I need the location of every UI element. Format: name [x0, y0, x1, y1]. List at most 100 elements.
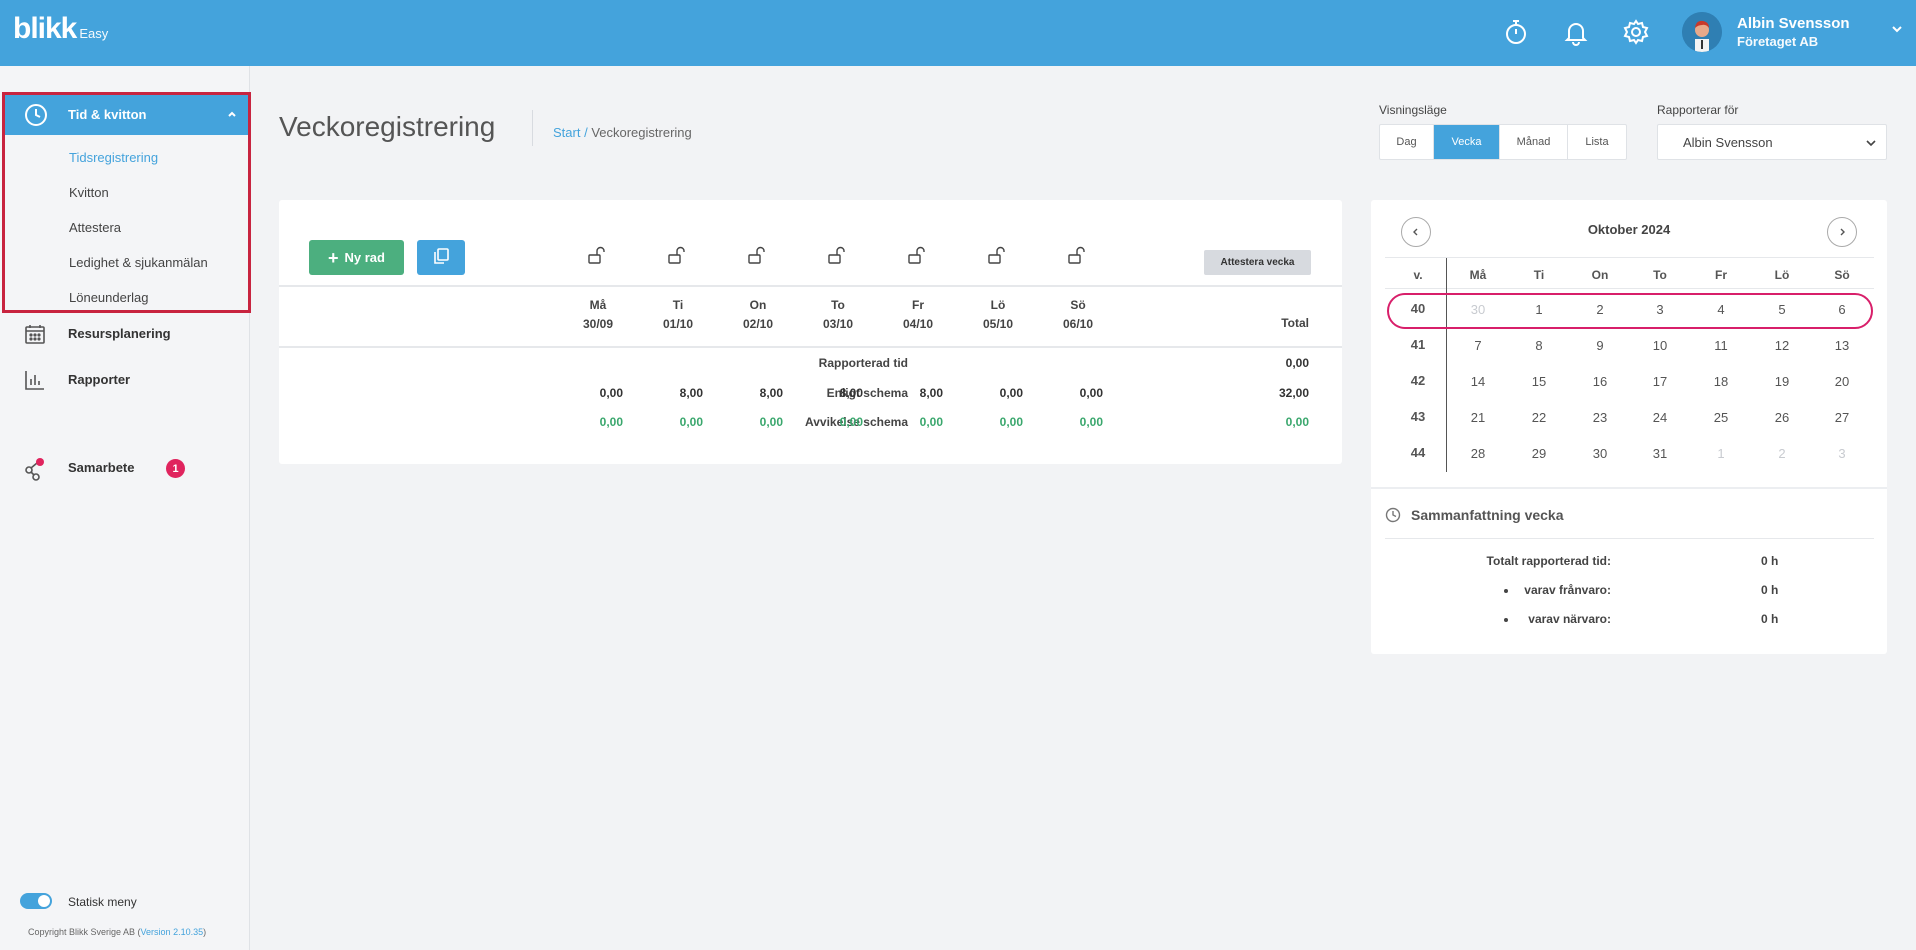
- bell-icon[interactable]: [1560, 16, 1592, 48]
- calendar-day[interactable]: 5: [1757, 302, 1807, 317]
- view-mode-vecka[interactable]: Vecka: [1434, 125, 1500, 159]
- lock-icon[interactable]: [746, 245, 768, 267]
- submenu-item-loneunderlag[interactable]: Löneunderlag: [69, 290, 149, 305]
- chevron-down-icon: [1865, 137, 1877, 152]
- calendar-day[interactable]: 14: [1453, 374, 1503, 389]
- stopwatch-icon[interactable]: [1500, 16, 1532, 48]
- lock-icon[interactable]: [986, 245, 1008, 267]
- view-mode-lista[interactable]: Lista: [1568, 125, 1626, 159]
- summary-divider: [1385, 538, 1874, 539]
- calendar-day[interactable]: 8: [1514, 338, 1564, 353]
- sidebar-item-samarbete[interactable]: Samarbete 1: [0, 449, 249, 485]
- week-number[interactable]: 42: [1393, 373, 1443, 388]
- summary-divider: [1371, 487, 1887, 489]
- clock-icon: [24, 103, 48, 130]
- calendar-day[interactable]: 26: [1757, 410, 1807, 425]
- calendar-day[interactable]: 27: [1817, 410, 1867, 425]
- reports-for-select[interactable]: Albin Svensson: [1657, 124, 1887, 160]
- calendar-day[interactable]: 7: [1453, 338, 1503, 353]
- calendar-day[interactable]: 24: [1635, 410, 1685, 425]
- sidebar-item-rapporter[interactable]: Rapporter: [0, 361, 249, 397]
- logo[interactable]: blikk Easy: [13, 14, 108, 44]
- calendar-day[interactable]: 13: [1817, 338, 1867, 353]
- calendar-panel: Oktober 2024 v. Må Ti On To Fr Lö Sö 40 30 1 2 3 4 5…: [1371, 200, 1887, 654]
- calendar-day[interactable]: 6: [1817, 302, 1867, 317]
- chevron-down-icon[interactable]: [1890, 22, 1904, 36]
- user-name[interactable]: Albin Svensson: [1737, 15, 1850, 32]
- calendar-day[interactable]: 15: [1514, 374, 1564, 389]
- attest-week-button[interactable]: Attestera vecka: [1204, 250, 1311, 275]
- calendar-day[interactable]: 1: [1514, 302, 1564, 317]
- submenu-item-tidsregistrering[interactable]: Tidsregistrering: [69, 150, 158, 165]
- sidebar-item-label: Resursplanering: [68, 326, 171, 341]
- sidebar-item-resursplanering[interactable]: Resursplanering: [0, 315, 249, 351]
- calendar-day[interactable]: 10: [1635, 338, 1685, 353]
- view-mode-dag[interactable]: Dag: [1380, 125, 1434, 159]
- gear-icon[interactable]: [1620, 16, 1652, 48]
- next-month-button[interactable]: [1827, 217, 1857, 247]
- day-header: Lö 05/10: [963, 296, 1033, 334]
- calendar-day[interactable]: 31: [1635, 446, 1685, 461]
- submenu-item-ledighet[interactable]: Ledighet & sjukanmälan: [69, 255, 208, 270]
- lock-icon[interactable]: [666, 245, 688, 267]
- day-header: To 03/10: [803, 296, 873, 334]
- calendar-day[interactable]: 17: [1635, 374, 1685, 389]
- submenu: Tidsregistrering Kvitton Attestera Ledig…: [5, 135, 248, 310]
- view-mode-selector: Dag Vecka Månad Lista: [1379, 124, 1627, 160]
- version-link[interactable]: Version 2.10.35: [141, 927, 204, 937]
- avatar[interactable]: [1682, 12, 1722, 52]
- breadcrumb-start[interactable]: Start: [553, 125, 580, 140]
- calendar-day[interactable]: 3: [1817, 446, 1867, 461]
- day-name: Sö: [1070, 298, 1086, 312]
- bullet: [1504, 589, 1508, 593]
- calendar-day[interactable]: 12: [1757, 338, 1807, 353]
- calendar-day[interactable]: 16: [1575, 374, 1625, 389]
- calendar-day[interactable]: 2: [1757, 446, 1807, 461]
- calendar-day[interactable]: 22: [1514, 410, 1564, 425]
- calendar-day[interactable]: 4: [1696, 302, 1746, 317]
- calendar-day[interactable]: 1: [1696, 446, 1746, 461]
- submenu-item-kvitton[interactable]: Kvitton: [69, 185, 109, 200]
- day-date: 01/10: [662, 317, 694, 331]
- calendar-day[interactable]: 18: [1696, 374, 1746, 389]
- submenu-item-attestera[interactable]: Attestera: [69, 220, 121, 235]
- table-cell: 0,00: [919, 415, 943, 429]
- calendar-day[interactable]: 30: [1575, 446, 1625, 461]
- lock-icon[interactable]: [826, 245, 848, 267]
- lock-icon[interactable]: [906, 245, 928, 267]
- week-number[interactable]: 43: [1393, 409, 1443, 424]
- week-number[interactable]: 41: [1393, 337, 1443, 352]
- calendar-day[interactable]: 20: [1817, 374, 1867, 389]
- calendar-day-header: Ti: [1533, 268, 1545, 282]
- day-header: Fr 04/10: [883, 296, 953, 334]
- static-menu-toggle[interactable]: [20, 893, 52, 909]
- page-title: Veckoregistrering: [279, 111, 496, 142]
- calendar-day[interactable]: 9: [1575, 338, 1625, 353]
- copy-button[interactable]: [417, 240, 465, 275]
- summary-value: 0 h: [1761, 612, 1779, 626]
- table-divider: [279, 346, 1342, 348]
- calendar-month-title: Oktober 2024: [1587, 222, 1671, 237]
- sidebar-item-tid-kvitton[interactable]: Tid & kvitton: [5, 95, 248, 135]
- calendar-day[interactable]: 28: [1453, 446, 1503, 461]
- day-date: 06/10: [1062, 317, 1094, 331]
- top-bar: blikk Easy Albin Svensson Företaget AB: [0, 0, 1916, 66]
- week-number[interactable]: 40: [1393, 301, 1443, 316]
- calendar-day[interactable]: 29: [1514, 446, 1564, 461]
- new-row-button[interactable]: + Ny rad: [309, 240, 404, 275]
- calendar-day[interactable]: 2: [1575, 302, 1625, 317]
- calendar-day[interactable]: 3: [1635, 302, 1685, 317]
- calendar-day[interactable]: 19: [1757, 374, 1807, 389]
- calendar-day[interactable]: 23: [1575, 410, 1625, 425]
- table-cell: 0,00: [679, 415, 703, 429]
- view-mode-manad[interactable]: Månad: [1500, 125, 1568, 159]
- calendar-day[interactable]: 30: [1453, 302, 1503, 317]
- lock-icon[interactable]: [1066, 245, 1088, 267]
- copy-icon: [432, 247, 450, 268]
- week-number[interactable]: 44: [1393, 445, 1443, 460]
- table-cell: 8,00: [919, 386, 943, 400]
- lock-icon[interactable]: [586, 245, 608, 267]
- calendar-day[interactable]: 11: [1696, 338, 1746, 353]
- calendar-day[interactable]: 25: [1696, 410, 1746, 425]
- calendar-day[interactable]: 21: [1453, 410, 1503, 425]
